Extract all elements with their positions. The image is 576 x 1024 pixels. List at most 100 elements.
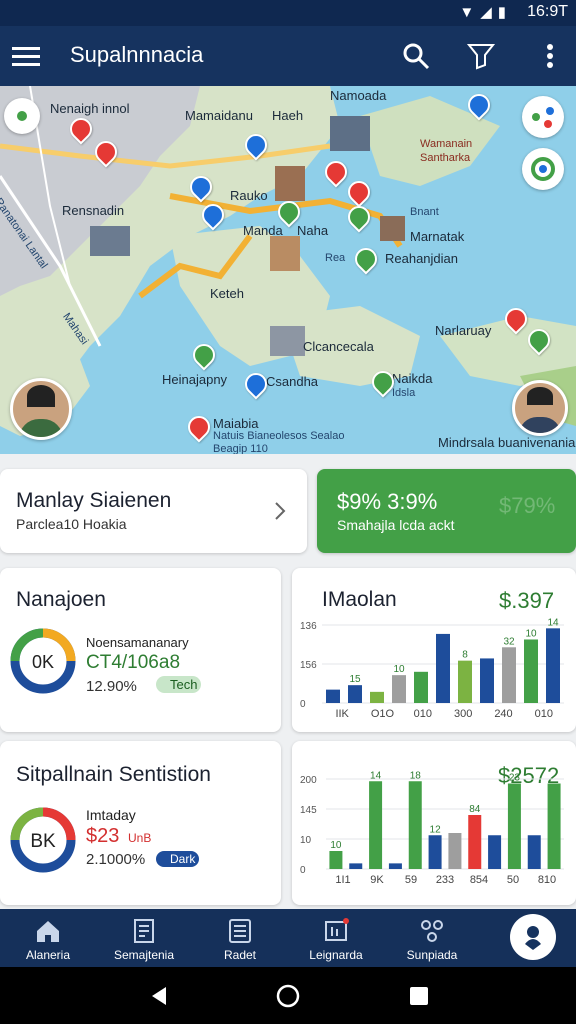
- stat-card[interactable]: Sitpallnain Sentistion BK Imtaday $23 Un…: [0, 741, 281, 905]
- x-tick-label: 233: [436, 874, 454, 886]
- map-label: buanivenania: [498, 435, 576, 450]
- data-label: 15: [349, 674, 361, 685]
- nav-item-home[interactable]: Alaneria: [0, 909, 96, 967]
- bar: [436, 633, 450, 703]
- map-label: Natuis Bianeolesos Sealao: [213, 430, 345, 442]
- map-label: Clcancecala: [303, 339, 374, 354]
- y-tick-label: 0: [300, 865, 306, 876]
- bar: [388, 863, 402, 869]
- bar: [326, 689, 340, 703]
- highlight-card[interactable]: $9% 3:9% Smahajla lcda ackt $79%: [317, 469, 576, 553]
- nav-item-document[interactable]: Semajtenia: [96, 909, 192, 967]
- home-circle-icon[interactable]: [276, 984, 300, 1008]
- user-avatar[interactable]: [10, 378, 72, 440]
- report-icon: [325, 918, 349, 941]
- y-tick-label: 156: [300, 660, 317, 671]
- chart-value: $.397: [499, 588, 555, 613]
- person-pin-icon: [525, 926, 541, 950]
- highlight-ghost-value: $79%: [499, 493, 556, 518]
- card-title: Manlay Siaienen: [16, 489, 172, 512]
- data-label: 14: [370, 770, 382, 781]
- bar: [547, 783, 561, 869]
- map-label: Santharka: [420, 152, 471, 164]
- filter-icon[interactable]: [465, 40, 497, 72]
- menu-icon[interactable]: [10, 40, 42, 72]
- stat-card[interactable]: Nanajoen 0K Noensamananary CT4/106a8 12.…: [0, 568, 281, 732]
- stat-line-1: Noensamananary: [86, 635, 189, 650]
- document-icon: [134, 919, 154, 943]
- location-dot-icon: [17, 111, 27, 121]
- x-tick-label: 50: [507, 874, 519, 886]
- map-label: Naikda: [392, 371, 433, 386]
- map-land: [0, 86, 576, 436]
- data-label: 12: [430, 824, 442, 835]
- y-tick-label: 10: [300, 835, 312, 846]
- system-navigation-bar: [0, 967, 576, 1024]
- summary-card[interactable]: Manlay Siaienen Parclea10 Hoakia: [0, 469, 307, 553]
- data-label: 14: [547, 617, 559, 628]
- nav-item-calculator[interactable]: Radet: [192, 909, 288, 967]
- bar-chart: 200 145 10 0 10 14 18 12 84 23 1I1 9K 59 233 854 50 810: [300, 770, 564, 886]
- data-label: 23: [509, 773, 521, 784]
- search-icon[interactable]: [400, 40, 432, 72]
- bar: [408, 781, 422, 869]
- map-label: Bnant: [410, 206, 439, 218]
- map-label: Mamaidanu: [185, 108, 253, 123]
- home-icon: [37, 921, 59, 942]
- stat-line-2-suffix: UnB: [128, 831, 152, 845]
- stat-line-2: $23: [86, 825, 120, 847]
- map-label: Heinajapny: [162, 372, 228, 387]
- y-tick-label: 145: [300, 805, 317, 816]
- x-tick-label: 9K: [370, 874, 384, 886]
- card-subtitle: Parclea10 Hoakia: [16, 516, 127, 532]
- layers-button[interactable]: [522, 96, 564, 138]
- map-view[interactable]: Nenaigh innol Mamaidanu Haeh Namoada Wam…: [0, 86, 576, 454]
- map-label: Wamanain: [420, 138, 473, 150]
- map-label: Rauko: [230, 188, 268, 203]
- my-location-button[interactable]: [4, 98, 40, 134]
- nav-item-support[interactable]: Sunpiada: [384, 909, 480, 967]
- chart-card[interactable]: $2572 200 145 10 0 10 14 18 12 84 23 1I1 9K 59 233 854…: [292, 741, 576, 905]
- palette-icon: [531, 157, 555, 181]
- nav-label: Radet: [223, 948, 257, 962]
- back-icon[interactable]: [148, 985, 170, 1007]
- app-bar: Supalnnnacia: [0, 26, 576, 86]
- chart-card[interactable]: IMaolan $.397 136 156 0 15 10 8 32 10 14 IIK O1O 01…: [292, 568, 576, 732]
- bar: [524, 639, 538, 703]
- map-label: Idsla: [392, 387, 416, 399]
- category-tag: Tech: [156, 676, 202, 693]
- bar: [507, 783, 521, 869]
- bar: [370, 691, 384, 703]
- nav-label: Alaneria: [25, 948, 71, 962]
- nav-label: Sunpiada: [406, 948, 458, 962]
- donut-label: 0K: [31, 652, 55, 672]
- map-label: Rensnadin: [62, 203, 125, 218]
- profile-fab[interactable]: [510, 914, 556, 960]
- network-icon: [421, 920, 443, 942]
- map-label: Haeh: [272, 108, 304, 123]
- bar: [458, 660, 472, 703]
- x-tick-label: O1O: [371, 708, 395, 720]
- card-title: Sitpallnain Sentistion: [16, 763, 211, 786]
- recents-icon[interactable]: [408, 985, 430, 1007]
- nav-item-reports[interactable]: Leignarda: [288, 909, 384, 967]
- stat-line-1: Imtaday: [86, 807, 136, 823]
- x-tick-label: 010: [414, 708, 432, 720]
- nav-label: Semajtenia: [113, 948, 175, 962]
- avatar-hair: [27, 385, 55, 407]
- more-vert-icon[interactable]: [534, 40, 566, 72]
- map-label: Beagip 110: [213, 443, 268, 454]
- map-style-button[interactable]: [522, 148, 564, 190]
- user-avatar[interactable]: [512, 380, 568, 436]
- data-label: 18: [410, 770, 422, 781]
- stat-line-3: 12.90%: [86, 678, 137, 695]
- x-tick-label: 1I1: [335, 874, 350, 886]
- map-label: Keteh: [210, 286, 244, 301]
- y-tick-label: 0: [300, 699, 306, 710]
- x-tick-label: 240: [494, 708, 512, 720]
- chevron-right-icon: [275, 502, 286, 520]
- app-title: Supalnnnacia: [70, 42, 204, 67]
- map-label: Marnatak: [410, 229, 465, 244]
- bar: [527, 835, 541, 869]
- stat-line-2: CT4/106a8: [86, 652, 181, 673]
